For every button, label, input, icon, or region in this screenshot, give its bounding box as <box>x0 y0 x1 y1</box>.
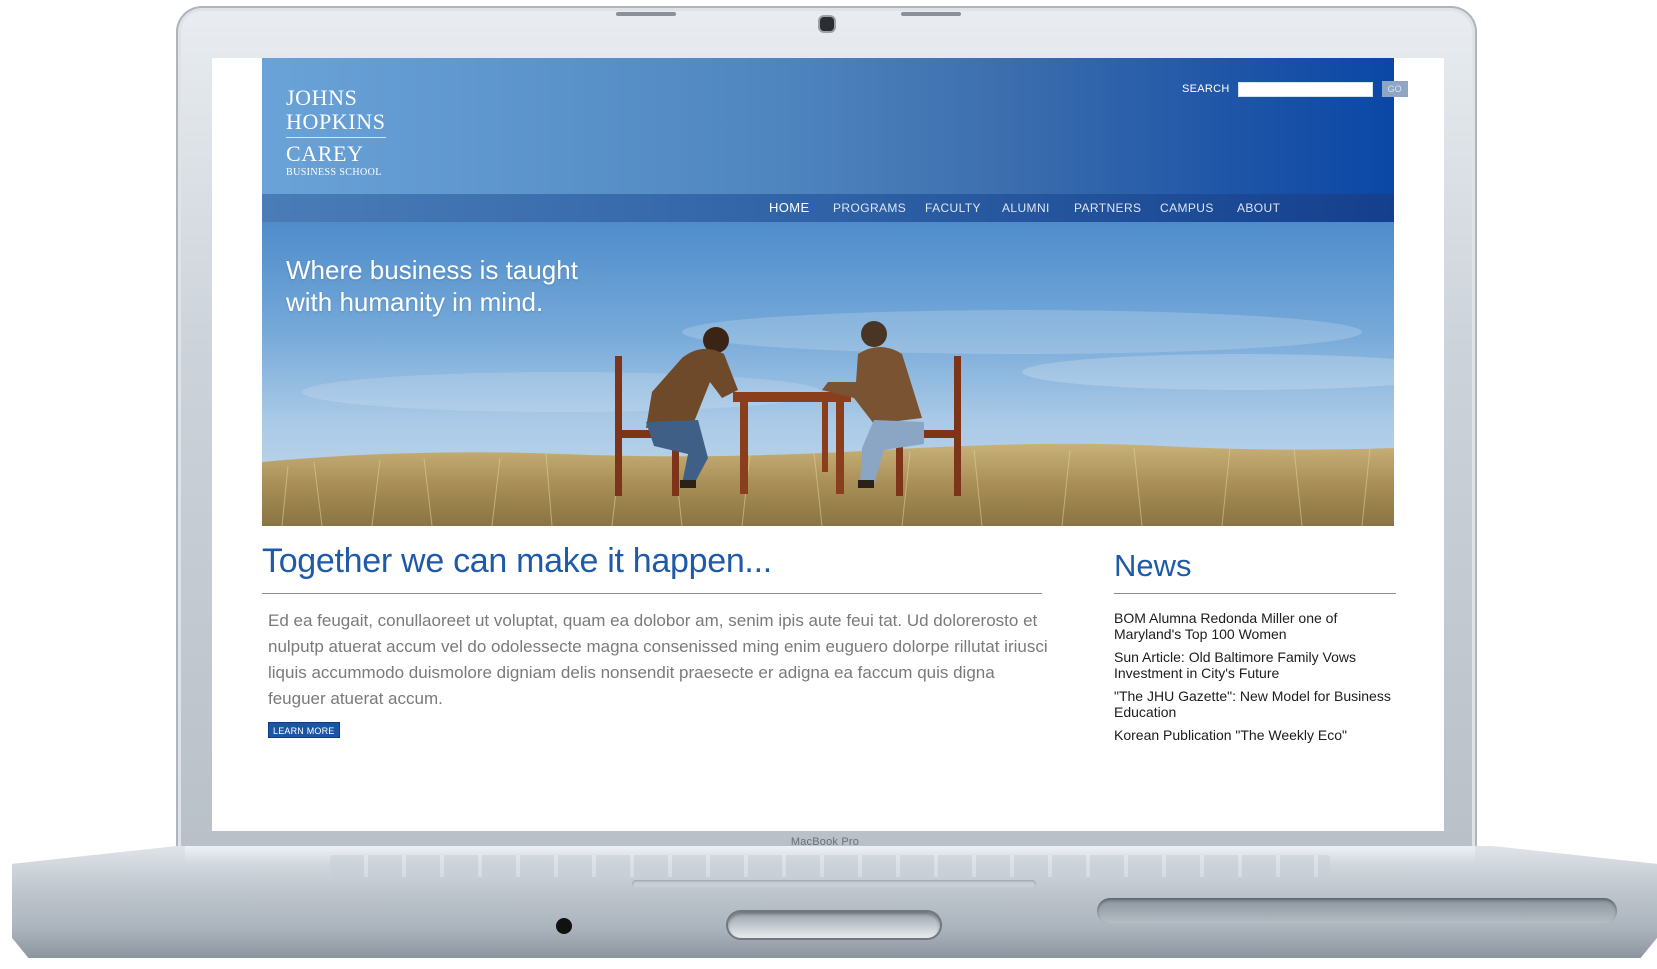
news-item[interactable]: Sun Article: Old Baltimore Family Vows I… <box>1114 649 1396 681</box>
site-header: JOHNS HOPKINS CAREY BUSINESS SCHOOL SEAR… <box>262 58 1408 194</box>
lid-latch <box>728 912 940 938</box>
device-brand-label: MacBook Pro <box>790 836 860 848</box>
main-nav: HOME PROGRAMS FACULTY ALUMNI PARTNERS CA… <box>262 194 1394 222</box>
logo-line-hopkins: HOPKINS <box>286 109 386 134</box>
hero-tagline-line1: Where business is taught <box>286 255 578 285</box>
nav-item-campus[interactable]: CAMPUS <box>1160 201 1214 215</box>
nav-item-alumni[interactable]: ALUMNI <box>1002 201 1050 215</box>
hero-tagline: Where business is taught with humanity i… <box>286 254 578 318</box>
hero-tagline-line2: with humanity in mind. <box>286 287 544 317</box>
search-label: SEARCH <box>1182 83 1230 95</box>
trackpad-edge <box>632 880 1036 888</box>
news-item[interactable]: "The JHU Gazette": New Model for Busines… <box>1114 688 1396 720</box>
news-divider <box>1114 593 1396 594</box>
lid-hinge-left <box>616 12 676 16</box>
search-input[interactable] <box>1237 81 1373 97</box>
keyboard <box>330 855 1330 877</box>
search-bar: SEARCH GO <box>1182 81 1408 97</box>
search-go-button[interactable]: GO <box>1381 81 1408 97</box>
news-item[interactable]: BOM Alumna Redonda Miller one of Marylan… <box>1114 610 1396 642</box>
nav-item-programs[interactable]: PROGRAMS <box>833 201 906 215</box>
main-body-text: Ed ea feugait, conullaoreet ut voluptat,… <box>268 611 1048 708</box>
main-heading: Together we can make it happen... <box>262 542 772 580</box>
main-divider <box>262 593 1042 594</box>
logo-divider <box>286 137 386 138</box>
nav-item-home[interactable]: HOME <box>769 200 810 215</box>
logo-line-carey: CAREY <box>286 141 364 166</box>
news-heading: News <box>1114 548 1192 583</box>
learn-more-button[interactable]: LEARN MORE <box>268 722 340 738</box>
school-logo[interactable]: JOHNS HOPKINS CAREY BUSINESS SCHOOL <box>286 86 386 178</box>
sleep-indicator-icon <box>556 918 572 934</box>
nav-item-partners[interactable]: PARTNERS <box>1074 201 1141 215</box>
hero-banner: Where business is taught with humanity i… <box>262 222 1394 526</box>
logo-line-johns: JOHNS <box>286 85 358 110</box>
webcam-icon <box>820 17 834 31</box>
website: JOHNS HOPKINS CAREY BUSINESS SCHOOL SEAR… <box>262 58 1408 831</box>
lid-hinge-right <box>901 12 961 16</box>
logo-line-business-school: BUSINESS SCHOOL <box>286 167 382 178</box>
news-list: BOM Alumna Redonda Miller one of Marylan… <box>1114 610 1396 750</box>
nav-item-faculty[interactable]: FACULTY <box>925 201 981 215</box>
news-item[interactable]: Korean Publication "The Weekly Eco" <box>1114 727 1396 743</box>
laptop-screen: JOHNS HOPKINS CAREY BUSINESS SCHOOL SEAR… <box>212 58 1444 831</box>
speaker-grille <box>1097 898 1617 924</box>
nav-item-about[interactable]: ABOUT <box>1237 201 1280 215</box>
